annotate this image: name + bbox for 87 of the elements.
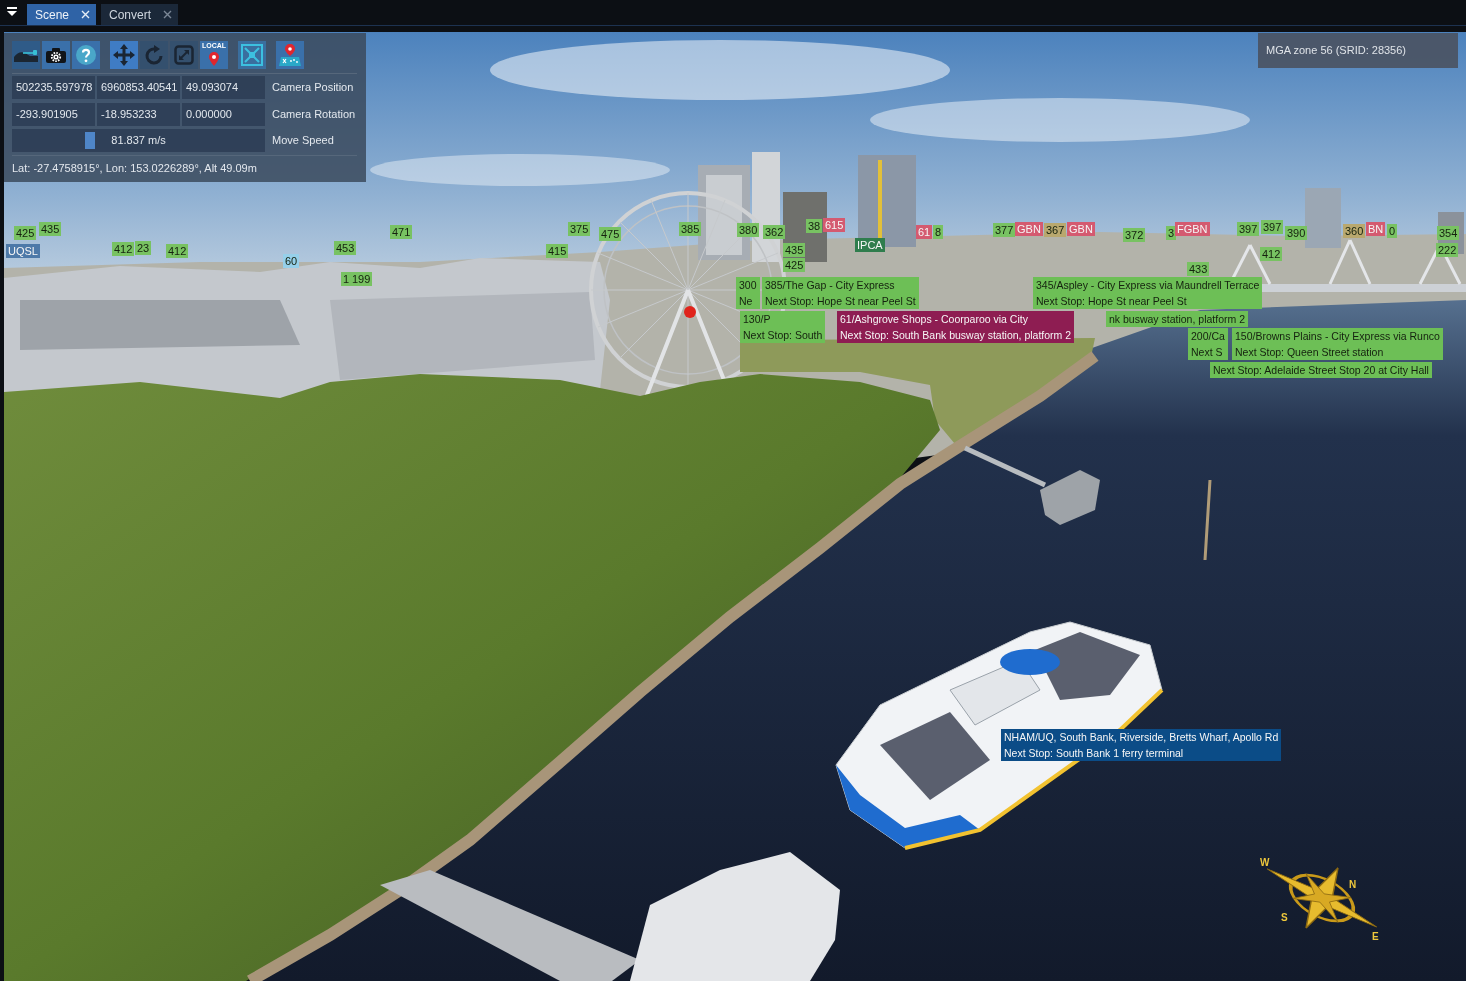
terrain-icon (14, 48, 38, 62)
map-tag: 412 (112, 242, 135, 256)
map-tag: BN (1366, 222, 1386, 236)
map-tag: 367 (1044, 223, 1067, 237)
map-tag: 38 (806, 219, 823, 233)
map-tag: 360 (1343, 224, 1366, 238)
move-icon (113, 44, 135, 66)
map-tag: 362 (763, 225, 786, 239)
fit-view-button[interactable] (238, 41, 266, 69)
map-tag: 397 (1237, 222, 1260, 236)
map-tag: 425 (783, 258, 806, 272)
map-tag: UQSL (6, 244, 40, 258)
map-tag: 199 (350, 272, 373, 286)
compass-letter: E (1372, 931, 1379, 942)
geo-readout: Lat: -27.4758915°, Lon: 153.0226289°, Alt 49.09m (12, 161, 257, 175)
help-icon (76, 45, 96, 65)
map-tag: 397 (1261, 220, 1284, 234)
camera-settings-button[interactable] (42, 41, 70, 69)
map-tag: 475 (599, 227, 622, 241)
camera-icon (46, 47, 66, 63)
terrain-button[interactable] (12, 41, 40, 69)
map-tag: 412 (1260, 247, 1283, 261)
field-label: Camera Rotation (272, 107, 356, 123)
map-tag: 615 (823, 218, 846, 232)
crs-label: MGA zone 56 (SRID: 28356) (1258, 33, 1458, 68)
map-tag: 23 (135, 241, 152, 255)
map-tag: 377 (993, 223, 1016, 237)
map-pin-icon (279, 44, 301, 66)
map-tag: GBN (1067, 222, 1095, 236)
tab[interactable]: Convert (101, 4, 179, 25)
speed-reading: 81.837 m/s (111, 133, 166, 147)
map-tag: 412 (166, 244, 189, 258)
map-tag: 0 (1387, 224, 1398, 238)
expand-icon (241, 44, 263, 66)
map-tag: FGBN (1175, 222, 1210, 236)
compass-letter: N (1349, 879, 1357, 890)
number-field[interactable]: 49.093074 (182, 76, 265, 99)
scale-icon (174, 45, 194, 65)
map-tag: 375 (568, 222, 591, 236)
number-field[interactable]: -18.953233 (97, 103, 180, 126)
number-field[interactable]: -293.901905 (12, 103, 95, 126)
map-tag: 61 (916, 225, 933, 239)
route-label: NHAM/UQ, South Bank, Riverside, Bretts Wharf, Apollo Rd Next Stop: South Bank 1 ferry terminal (1001, 729, 1282, 761)
map-tag: 415 (546, 244, 569, 258)
speed-slider[interactable]: 81.837 m/s (12, 129, 265, 152)
route-label: 200/Ca Next S (1188, 328, 1228, 360)
map-tag: 435 (39, 222, 62, 236)
number-field[interactable]: 0.000000 (182, 103, 265, 126)
map-tag: 425 (14, 226, 37, 240)
close-icon[interactable] (163, 10, 173, 19)
map-tag: IPCA (855, 238, 885, 252)
rotate-icon (144, 45, 164, 65)
map-tag: 385 (679, 222, 702, 236)
number-field[interactable]: 6960853.40541 (97, 76, 180, 99)
pin-icon (209, 52, 219, 66)
map-tag: 433 (1187, 262, 1210, 276)
map-tag: 380 (737, 223, 760, 237)
help-button[interactable] (72, 41, 100, 69)
field-label: Move Speed (272, 133, 334, 149)
route-label: Next Stop: Adelaide Street Stop 20 at City Hall (1210, 362, 1432, 378)
map-tag: 354 (1437, 226, 1460, 240)
tab[interactable]: Scene (27, 4, 97, 25)
route-label: 61/Ashgrove Shops - Coorparoo via City Next Stop: South Bank busway station, platform 2 (837, 311, 1075, 343)
compass-letter: W (1260, 857, 1270, 868)
map-tag: 3 (1166, 226, 1177, 240)
route-label: 130/P Next Stop: South (740, 311, 826, 343)
map-tag: 60 (283, 254, 300, 268)
tower (1305, 188, 1341, 248)
number-field[interactable]: 502235.597978 (12, 76, 95, 99)
route-label: 385/The Gap - City Express Next Stop: Hope St near Peel St (762, 277, 919, 309)
map-tag: 8 (933, 225, 944, 239)
map-tag: 390 (1285, 226, 1308, 240)
field-label: Camera Position (272, 80, 354, 96)
map-tag: 435 (783, 243, 806, 257)
move-button[interactable] (110, 41, 138, 69)
route-label: nk busway station, platform 2 (1106, 311, 1248, 327)
map-tag: GBN (1015, 222, 1043, 236)
map-tag: 471 (390, 225, 413, 239)
map-tag: 222 (1436, 243, 1459, 257)
map-tag: 453 (334, 241, 357, 255)
compass-letter: S (1281, 912, 1288, 923)
map-tag: 372 (1123, 228, 1146, 242)
route-label: 150/Browns Plains - City Express via Runco Next Stop: Queen Street station (1232, 328, 1443, 360)
route-label: 300 Ne (736, 277, 760, 309)
slider-thumb[interactable] (84, 132, 95, 149)
map-button[interactable] (276, 41, 304, 69)
menu-icon[interactable] (7, 7, 17, 16)
